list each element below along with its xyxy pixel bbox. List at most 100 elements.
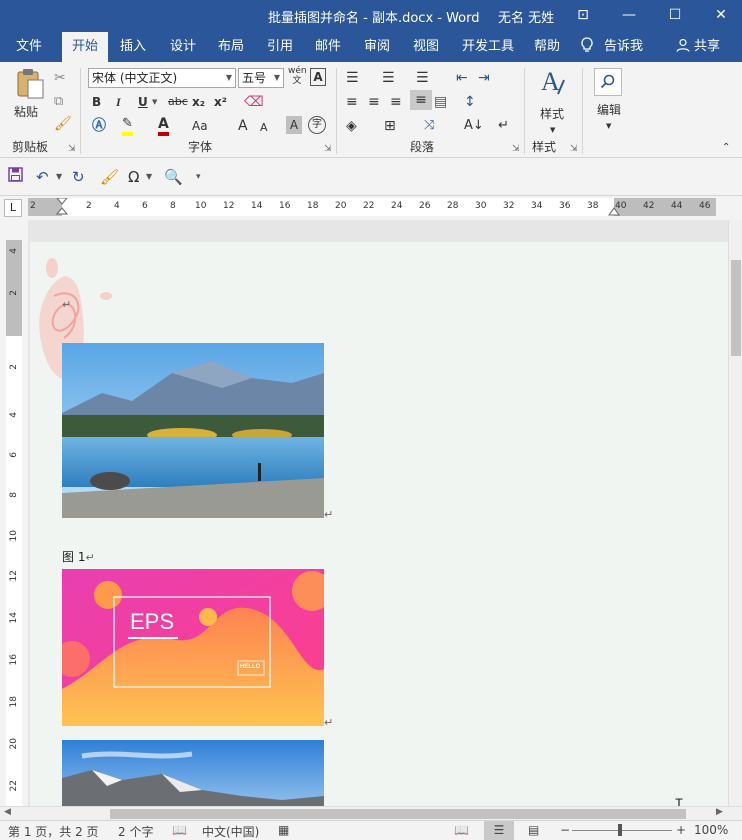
mountain-lake-image[interactable] [62,343,324,518]
tab-developer[interactable]: 开发工具 [452,32,524,62]
vertical-ruler[interactable]: 4 2 2 4 6 8 10 12 14 16 18 20 22 [6,240,22,806]
macro-record-icon[interactable]: ▦ [278,823,289,837]
sort-icon[interactable]: A↓ [464,116,484,136]
customize-qat-icon[interactable]: ▾ [196,166,201,188]
styles-gallery-button[interactable]: A [536,66,570,102]
align-left-icon[interactable]: ≡ [346,92,358,112]
font-size-combo[interactable]: 五号 ▼ [238,68,284,88]
collapse-ribbon-icon[interactable]: ⌃ [722,138,730,158]
redo-icon[interactable]: ↻ [72,166,85,188]
underline-dropdown-icon[interactable]: ▼ [152,92,157,112]
word-count[interactable]: 2 个字 [118,823,153,840]
vertical-scrollbar[interactable] [728,220,742,806]
asian-layout-icon[interactable]: ⤨ [424,116,434,136]
right-indent-marker-icon[interactable] [608,206,620,216]
close-button[interactable]: ✕ [704,3,738,27]
paragraph-launcher-icon[interactable]: ⇲ [512,144,520,154]
shading-icon[interactable]: ◈ [346,116,357,136]
print-layout-icon[interactable]: ☰ [484,821,514,840]
eps-poster-image[interactable]: EPS HELLO [62,569,324,726]
tab-help[interactable]: 帮助 [524,32,570,62]
horizontal-scroll-thumb[interactable] [110,809,686,819]
undo-dropdown-icon[interactable]: ▼ [56,166,62,188]
increase-indent-icon[interactable]: ⇥ [478,68,490,88]
zoom-out-button[interactable]: − [560,823,570,837]
tab-review[interactable]: 审阅 [354,32,400,62]
align-center-icon[interactable]: ≡ [368,92,380,112]
share-button[interactable]: 共享 [676,32,720,62]
strikethrough-button[interactable]: abc [168,92,188,112]
format-painter-icon[interactable]: 🖌 [54,114,72,134]
horizontal-ruler[interactable]: 2 2 4 6 8 10 12 14 16 18 20 22 24 26 28 … [28,198,716,216]
undo-icon[interactable]: ↶ [36,166,49,188]
tab-insert[interactable]: 插入 [110,32,156,62]
format-painter-qat-icon[interactable]: 🖌 [100,166,119,188]
align-right-icon[interactable]: ≡ [390,92,402,112]
styles-launcher-icon[interactable]: ⇲ [570,144,578,154]
tab-selector[interactable]: L [4,199,22,217]
ribbon-display-options-button[interactable]: ⊡ [566,3,600,27]
web-layout-icon[interactable]: ▤ [528,823,539,837]
language[interactable]: 中文(中国) [202,823,259,840]
vertical-scroll-thumb[interactable] [731,260,741,356]
bold-button[interactable]: B [92,92,101,112]
editing-dropdown-icon[interactable]: ▼ [606,116,611,136]
cut-icon[interactable]: ✂ [54,68,66,88]
zoom-slider-thumb[interactable] [618,824,622,836]
italic-button[interactable]: I [116,92,121,112]
read-mode-icon[interactable]: 📖 [454,823,469,837]
subscript-button[interactable]: x₂ [192,92,205,112]
grow-font-button[interactable]: A [238,116,248,136]
user-name[interactable]: 无名 无姓 [498,7,554,26]
numbering-icon[interactable]: ☰ [382,68,395,88]
bullets-icon[interactable]: ☰ [346,68,359,88]
clear-formatting-icon[interactable]: ⌫ [244,92,264,112]
styles-dropdown-icon[interactable]: ▼ [550,120,555,140]
clipboard-launcher-icon[interactable]: ⇲ [68,144,76,154]
editing-button[interactable] [594,68,622,96]
print-preview-icon[interactable]: 🔍 [164,166,183,188]
maximize-button[interactable]: ☐ [658,3,692,27]
proofing-icon[interactable]: 📖 [172,823,187,837]
tab-design[interactable]: 设计 [160,32,206,62]
multilevel-list-icon[interactable]: ☰ [416,68,429,88]
change-case-button[interactable]: Aa [192,116,208,136]
indent-marker-icon[interactable] [56,198,68,216]
alpine-landscape-image[interactable] [62,740,324,806]
character-shading-button[interactable]: A [286,116,302,134]
font-name-combo[interactable]: 宋体 (中文正文) ▼ [88,68,236,88]
borders-icon[interactable]: ⊞ [384,116,396,136]
character-border-button[interactable]: A [310,68,326,86]
zoom-level[interactable]: 100% [694,823,728,837]
superscript-button[interactable]: x² [214,92,227,112]
tab-references[interactable]: 引用 [257,32,303,62]
zoom-slider[interactable] [572,830,672,831]
scroll-right-icon[interactable]: ▶ [716,807,723,817]
phonetic-guide-button[interactable]: wén 文 [288,66,307,86]
decrease-indent-icon[interactable]: ⇤ [456,68,468,88]
horizontal-scrollbar[interactable]: ◀ ▶ [0,806,742,820]
text-effects-icon[interactable]: Ⓐ [92,116,106,136]
tab-mailings[interactable]: 邮件 [305,32,351,62]
tell-me-box[interactable]: 告诉我 [580,32,643,62]
line-spacing-icon[interactable]: ↕ [464,92,476,112]
save-icon[interactable] [8,166,23,188]
enclose-characters-button[interactable]: 字 [308,116,326,134]
highlight-color-icon[interactable]: ✎ [122,116,133,136]
tab-view[interactable]: 视图 [403,32,449,62]
zoom-in-button[interactable]: + [676,823,686,837]
document-page[interactable]: ↵ ↵ 图 1↵ EPS HELLO ↵ [30,242,728,806]
font-color-icon[interactable]: A [158,116,169,136]
symbol-dropdown-icon[interactable]: ▼ [146,166,152,188]
font-launcher-icon[interactable]: ⇲ [324,144,332,154]
tab-layout[interactable]: 布局 [208,32,254,62]
underline-button[interactable]: U [138,92,148,112]
page-count[interactable]: 第 1 页，共 2 页 [8,823,99,840]
distributed-icon[interactable]: ▤ [434,92,447,112]
shrink-font-button[interactable]: A [260,118,268,138]
minimize-button[interactable]: — [612,3,646,27]
symbol-icon[interactable]: Ω [128,166,139,188]
show-hide-marks-icon[interactable]: ↵ [498,116,509,136]
justify-icon[interactable]: ≡ [410,90,432,110]
scroll-left-icon[interactable]: ◀ [4,807,11,817]
